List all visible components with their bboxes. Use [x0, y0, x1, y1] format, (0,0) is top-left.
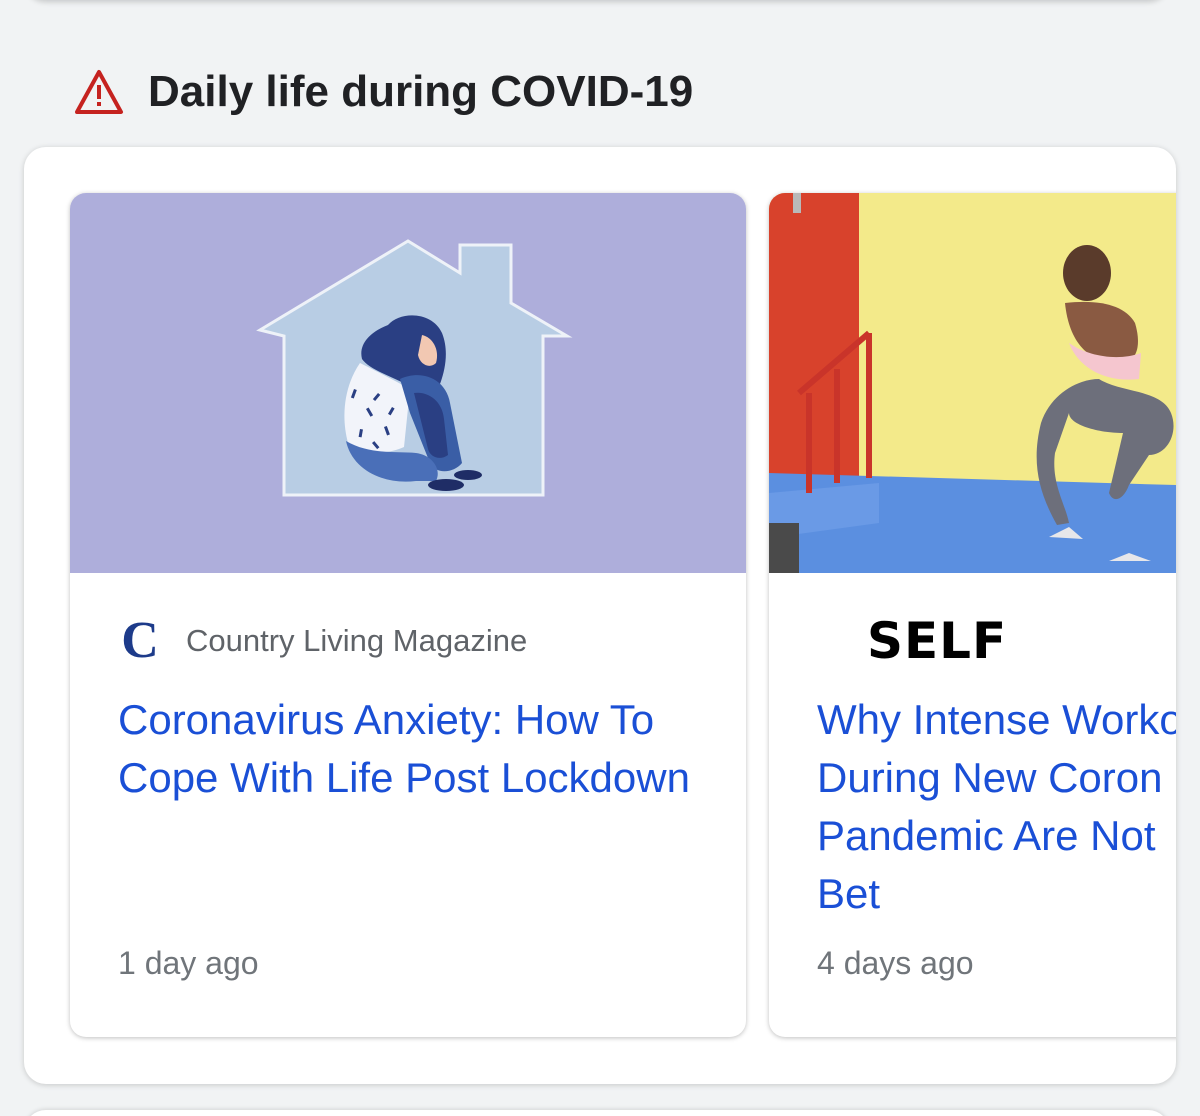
headline-line: Why Intense Worko — [817, 696, 1176, 743]
news-carousel-panel: C Country Living Magazine Coronavirus An… — [24, 147, 1176, 1084]
headline-line: During New Coron — [817, 754, 1163, 801]
source-row: SELF — [817, 613, 1007, 669]
article-timestamp: 4 days ago — [817, 945, 974, 981]
next-card-edge — [24, 1110, 1170, 1116]
page: Daily life during COVID-19 C Country Liv… — [0, 0, 1200, 1116]
section-header: Daily life during COVID-19 — [74, 62, 693, 122]
headline-line: Pandemic Are Not — [817, 812, 1156, 859]
news-card[interactable]: C Country Living Magazine Coronavirus An… — [70, 193, 746, 1037]
news-carousel[interactable]: C Country Living Magazine Coronavirus An… — [24, 147, 1176, 1084]
section-title: Daily life during COVID-19 — [148, 67, 694, 116]
article-timestamp: 1 day ago — [118, 945, 259, 981]
source-row: C Country Living Magazine — [118, 613, 527, 669]
article-thumbnail[interactable] — [769, 193, 1176, 573]
warning-triangle-icon — [74, 69, 124, 115]
headline-line: Bet — [817, 870, 881, 917]
source-logo: SELF — [867, 612, 1008, 670]
article-headline-link[interactable]: Why Intense Worko During New Coron Pande… — [817, 691, 1176, 923]
source-logo: C — [121, 612, 159, 669]
source-name: Country Living Magazine — [186, 623, 528, 658]
news-card[interactable]: SELF Why Intense Worko During New Coron … — [769, 193, 1176, 1037]
article-thumbnail[interactable] — [70, 193, 746, 573]
article-headline-link[interactable]: Coronavirus Anxiety: How To Cope With Li… — [118, 691, 718, 807]
